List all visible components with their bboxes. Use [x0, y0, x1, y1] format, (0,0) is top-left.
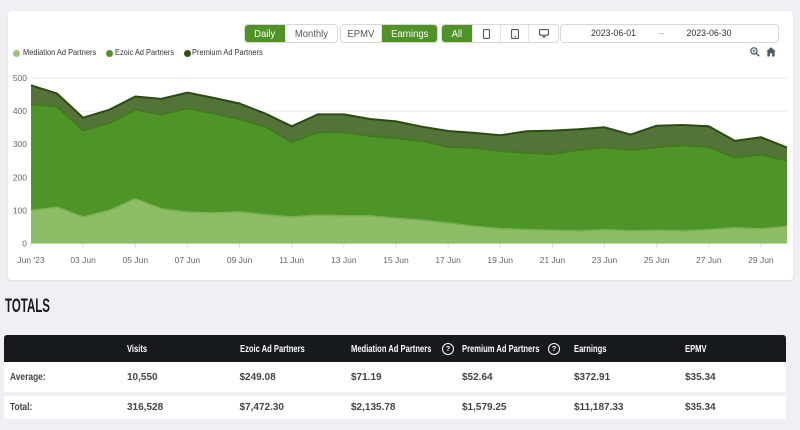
svg-text:500: 500 [13, 73, 27, 83]
svg-text:07 Jun: 07 Jun [175, 255, 201, 265]
svg-text:13 Jun: 13 Jun [331, 255, 357, 265]
svg-text:21 Jun: 21 Jun [540, 255, 566, 265]
svg-text:23 Jun: 23 Jun [592, 255, 618, 265]
svg-text:100: 100 [13, 205, 27, 215]
svg-text:09 Jun: 09 Jun [227, 255, 253, 265]
svg-text:25 Jun: 25 Jun [644, 255, 670, 265]
svg-text:15 Jun: 15 Jun [383, 255, 409, 265]
svg-text:03 Jun: 03 Jun [70, 255, 96, 265]
svg-text:29 Jun: 29 Jun [748, 255, 774, 265]
svg-text:17 Jun: 17 Jun [435, 255, 461, 265]
svg-text:Jun '23: Jun '23 [17, 255, 44, 265]
svg-text:400: 400 [13, 106, 27, 116]
svg-text:11 Jun: 11 Jun [279, 255, 304, 265]
svg-text:27 Jun: 27 Jun [696, 255, 722, 265]
svg-text:200: 200 [13, 172, 27, 182]
svg-text:05 Jun: 05 Jun [123, 255, 149, 265]
svg-text:0: 0 [22, 239, 27, 249]
svg-text:19 Jun: 19 Jun [487, 255, 513, 265]
svg-text:300: 300 [13, 139, 27, 149]
